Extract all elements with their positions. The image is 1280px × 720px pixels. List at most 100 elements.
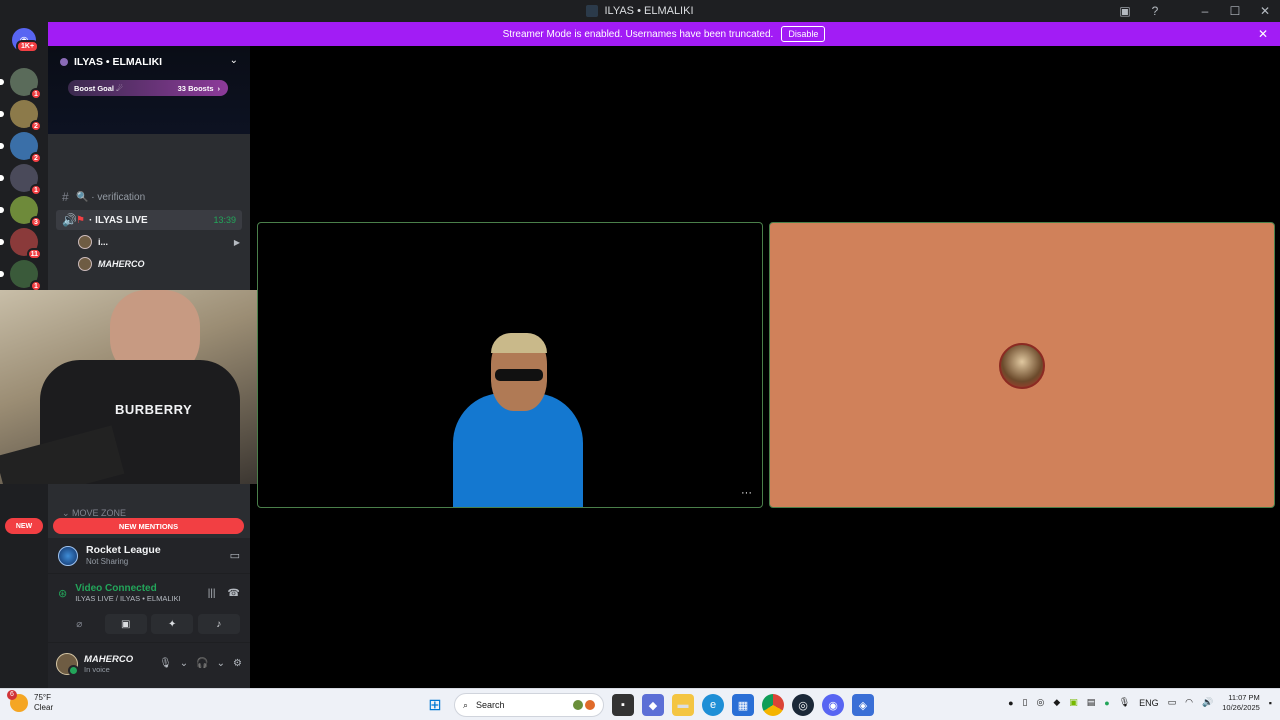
participant-video xyxy=(453,333,583,507)
activities-icon[interactable]: ✦ xyxy=(151,614,194,634)
unread-dot xyxy=(0,143,4,149)
close-icon[interactable]: ✕ xyxy=(1258,27,1268,41)
disconnect-icon[interactable]: ☎ xyxy=(228,588,240,599)
search-placeholder: Search xyxy=(476,700,505,710)
tray-icon[interactable]: ▯ xyxy=(1023,697,1028,708)
avatar[interactable] xyxy=(56,652,79,676)
soundboard-icon[interactable]: ♪ xyxy=(197,614,240,634)
server-icon[interactable]: 2 xyxy=(0,100,42,132)
notification-icon[interactable]: ▪ xyxy=(1269,698,1272,708)
taskbar-search[interactable]: ⌕ Search xyxy=(454,693,604,717)
weather-widget[interactable]: 6 75°F Clear xyxy=(7,689,54,712)
channel-ilyas-live[interactable]: 🔊 ⚑ · ILYAS LIVE 13:39 xyxy=(56,210,242,230)
tray-icon[interactable]: ● xyxy=(1008,698,1013,708)
steam-icon[interactable]: ◎ xyxy=(792,694,814,716)
unread-dot xyxy=(0,239,4,245)
server-icon[interactable]: 2 xyxy=(0,132,42,164)
server-name: ILYAS • ELMALIKI xyxy=(60,56,238,68)
volume-icon[interactable]: 🔊 xyxy=(1202,697,1213,708)
chrome-icon[interactable] xyxy=(762,694,784,716)
username: MAHERCO xyxy=(84,653,134,665)
server-badge: 3 xyxy=(30,216,42,228)
channel-timer: 13:39 xyxy=(213,215,236,225)
gear-icon[interactable]: ⚙ xyxy=(233,658,242,669)
screen-share-icon[interactable]: ▣ xyxy=(104,614,147,634)
voice-connection: ⊛ Video Connected ILYAS LIVE / ILYAS • E… xyxy=(48,576,250,610)
rocket-league-icon xyxy=(58,545,78,566)
store-icon[interactable]: ▦ xyxy=(732,694,754,716)
voice-user[interactable]: MAHERCO xyxy=(78,254,240,274)
signal-icon[interactable]: ⊛ xyxy=(58,587,67,600)
help-icon[interactable]: ? xyxy=(1140,0,1170,22)
chevron-right-icon: › xyxy=(217,83,221,93)
weather-desc: Clear xyxy=(34,702,54,712)
file-explorer-icon[interactable]: ▬ xyxy=(672,694,694,716)
disable-streamer-button[interactable]: Disable xyxy=(781,26,826,42)
app-icon[interactable]: ◈ xyxy=(852,694,874,716)
voice-speaker-icon: 🔊 xyxy=(62,213,77,227)
server-badge: 2 xyxy=(30,120,42,132)
new-badge[interactable]: NEW xyxy=(5,518,43,534)
voice-channel[interactable]: ILYAS LIVE / ILYAS • ELMALIKI xyxy=(75,594,180,603)
video-tile-avatar[interactable] xyxy=(769,222,1275,508)
voice-controls: ⌀ ▣ ✦ ♪ xyxy=(48,614,250,636)
windows-start-icon[interactable]: ⊞ xyxy=(424,694,446,716)
boost-goal-bar[interactable]: Boost Goal ☄ 33 Boosts › xyxy=(68,80,228,96)
server-badge: 1 xyxy=(30,184,42,196)
avatar xyxy=(999,343,1045,389)
share-screen-icon[interactable]: ▭ xyxy=(230,549,240,562)
chevron-down-icon[interactable]: ⌄ xyxy=(230,55,238,66)
window-controls: ▣ ? – ☐ ✕ xyxy=(1110,0,1280,22)
home-badge: 1K+ xyxy=(16,40,40,53)
chevron-down-icon[interactable]: ⌄ xyxy=(217,658,225,669)
headphones-icon[interactable]: 🎧 xyxy=(196,658,208,669)
streamer-mode-banner: Streamer Mode is enabled. Usernames have… xyxy=(48,22,1280,46)
edge-icon[interactable]: e xyxy=(702,694,724,716)
voice-status: Video Connected xyxy=(75,583,157,594)
server-icon[interactable]: 3 xyxy=(0,196,42,228)
chevron-down-icon[interactable]: ⌄ xyxy=(180,658,188,669)
server-icon[interactable]: 1 xyxy=(0,164,42,196)
widgets-icon[interactable]: ◆ xyxy=(642,694,664,716)
server-icon[interactable]: 1 xyxy=(0,68,42,100)
camera-off-icon[interactable]: ⌀ xyxy=(58,614,100,634)
language-indicator[interactable]: ENG xyxy=(1139,698,1159,708)
nvidia-icon[interactable]: ▣ xyxy=(1069,697,1078,708)
unread-dot xyxy=(0,79,4,85)
more-options-icon[interactable]: ··· xyxy=(741,487,752,499)
windows-taskbar: 6 75°F Clear ⊞ ⌕ Search ▪ ◆ ▬ e ▦ ◎ ◉ ◈ … xyxy=(0,688,1280,720)
server-dot-icon xyxy=(60,58,68,66)
server-badge: 11 xyxy=(26,248,42,260)
live-icon: ⚑ xyxy=(76,214,85,226)
unread-dot xyxy=(0,271,4,277)
hash-icon: # xyxy=(62,190,69,204)
channel-verification[interactable]: # 🔍 · verification xyxy=(56,187,242,207)
minimize-button[interactable]: – xyxy=(1190,0,1220,22)
camera-icon: ▶ xyxy=(233,237,240,247)
display-icon[interactable]: ▭ xyxy=(1168,697,1177,708)
system-tray: ● ▯ ◎ ◆ ▣ ▤ ● 🎙 ENG ▭ ◠ 🔊 11:07 PM 10/26… xyxy=(1008,693,1272,713)
microphone-icon[interactable]: 🎙 xyxy=(1119,697,1130,708)
webcam-shirt-text: BURBERRY xyxy=(115,402,193,417)
server-header[interactable]: ILYAS • ELMALIKI ⌄ Boost Goal ☄ 33 Boost… xyxy=(48,46,250,134)
steam-tray-icon[interactable]: ◎ xyxy=(1036,697,1044,708)
discord-icon[interactable]: ◉ xyxy=(822,694,844,716)
video-tile-camera[interactable]: ··· xyxy=(257,222,763,508)
close-window-button[interactable]: ✕ xyxy=(1250,0,1280,22)
activity-row: Rocket League Not Sharing ▭ xyxy=(48,538,250,574)
microphone-icon[interactable]: 🎙 xyxy=(159,658,172,669)
tray-icon[interactable]: ▤ xyxy=(1087,697,1096,708)
server-icon[interactable]: 1 xyxy=(0,260,42,292)
noise-suppression-icon[interactable]: ||| xyxy=(208,588,216,599)
voice-user[interactable]: i... ▶ xyxy=(78,232,240,252)
maximize-button[interactable]: ☐ xyxy=(1220,0,1250,22)
inbox-icon[interactable]: ▣ xyxy=(1110,0,1140,22)
status-dot-icon[interactable]: ● xyxy=(1104,698,1109,708)
clock[interactable]: 11:07 PM 10/26/2025 xyxy=(1222,693,1260,713)
new-mentions-button[interactable]: NEW MENTIONS xyxy=(53,518,244,534)
server-icon[interactable]: 11 xyxy=(0,228,42,260)
wifi-icon[interactable]: ◠ xyxy=(1185,697,1193,708)
tray-icon[interactable]: ◆ xyxy=(1053,697,1060,708)
task-view-icon[interactable]: ▪ xyxy=(612,694,634,716)
server-badge: 1 xyxy=(30,88,42,100)
